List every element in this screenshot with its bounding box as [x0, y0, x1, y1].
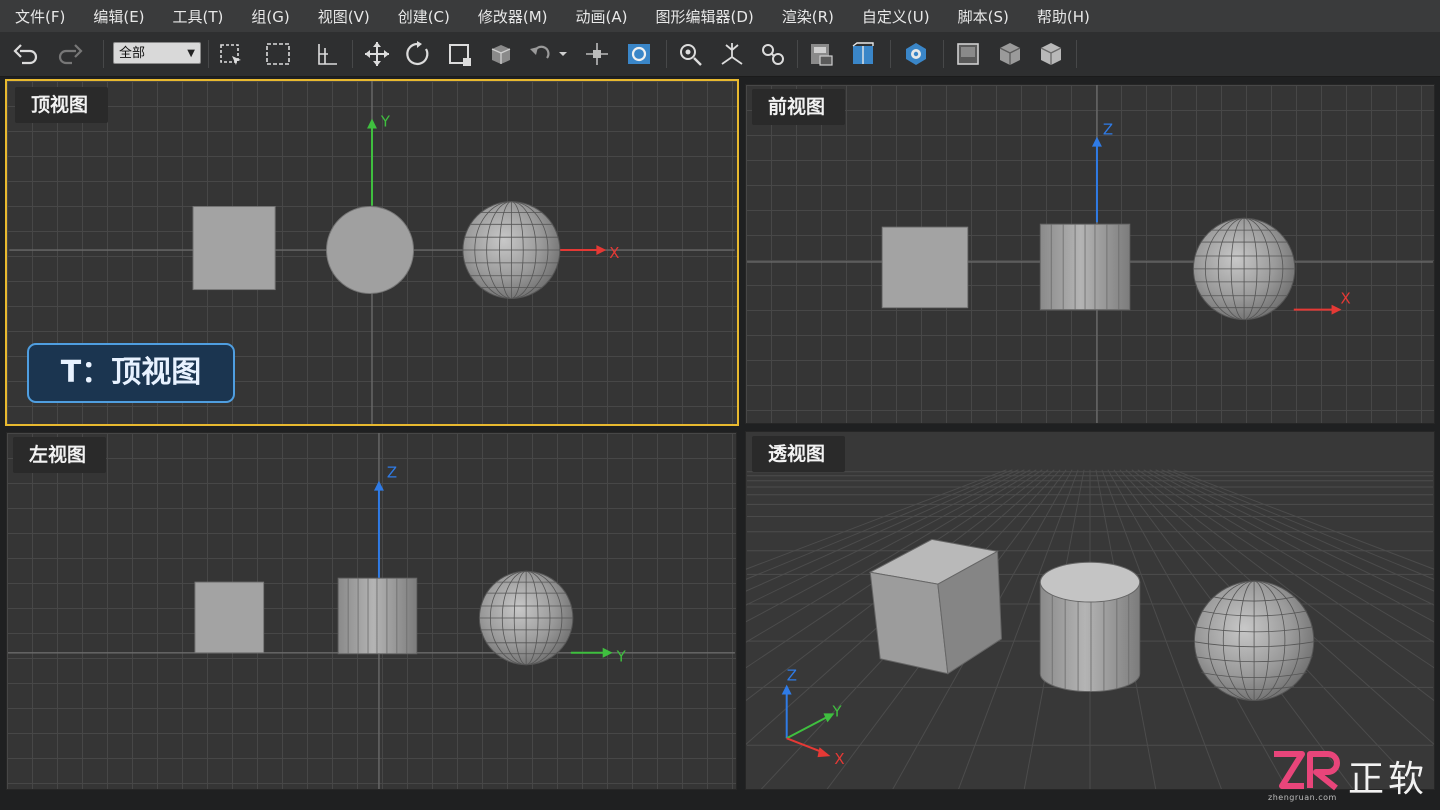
- menu-file[interactable]: 文件(F): [0, 6, 78, 27]
- menu-help[interactable]: 帮助(H): [1022, 6, 1103, 27]
- axis-y-label: Y: [831, 702, 842, 720]
- menu-tools[interactable]: 工具(T): [158, 6, 237, 27]
- sphere-object[interactable]: [478, 570, 574, 666]
- viewport-front[interactable]: Z X 前视图: [745, 84, 1435, 424]
- select-and-rotate-icon[interactable]: [402, 38, 434, 70]
- viewport-left-scene: Z Y: [8, 433, 735, 789]
- shortcut-hint: T：顶视图: [27, 343, 235, 403]
- angle-snap-icon[interactable]: [623, 38, 655, 70]
- viewport-perspective-scene: Z Y X: [746, 469, 1434, 789]
- selection-filter-dropdown[interactable]: 全部 ▼: [113, 42, 201, 64]
- chevron-down-icon[interactable]: [553, 38, 573, 70]
- cylinder-object[interactable]: [1039, 223, 1131, 311]
- axis-z-label: Z: [387, 464, 397, 482]
- axis-y-label: Y: [380, 113, 391, 130]
- selection-filter-value: 全部: [119, 46, 146, 61]
- sphere-object[interactable]: [462, 201, 561, 299]
- select-and-move-icon[interactable]: [361, 38, 393, 70]
- axis-x: X: [1293, 290, 1351, 315]
- chevron-down-icon: ▼: [187, 48, 195, 59]
- axis-x-label: X: [834, 750, 844, 768]
- cylinder-object[interactable]: [326, 206, 415, 295]
- menu-rendering[interactable]: 渲染(R): [767, 6, 847, 27]
- cylinder-object[interactable]: [337, 577, 418, 655]
- axis-x-label: X: [1341, 290, 1351, 308]
- select-region-icon[interactable]: [262, 38, 294, 70]
- menu-animation[interactable]: 动画(A): [561, 6, 641, 27]
- snap-toggle-icon[interactable]: [581, 38, 613, 70]
- material-editor-icon[interactable]: [847, 38, 879, 70]
- main-toolbar: [0, 32, 1440, 77]
- redo-icon[interactable]: [54, 38, 86, 70]
- cylinder-object[interactable]: [1039, 561, 1141, 693]
- menu-scripting[interactable]: 脚本(S): [943, 6, 1022, 27]
- watermark-logo: 正软 zhengruan.com: [1268, 748, 1440, 810]
- watermark-brand: 正软: [1348, 759, 1429, 800]
- select-object-icon[interactable]: [214, 38, 246, 70]
- menu-modifiers[interactable]: 修改器(M): [463, 6, 561, 27]
- align-icon[interactable]: [716, 38, 748, 70]
- axis-tripod: Z Y X: [781, 667, 845, 768]
- menu-customize[interactable]: 自定义(U): [847, 6, 943, 27]
- select-and-place-icon[interactable]: [485, 38, 517, 70]
- rendered-frame-icon[interactable]: [952, 38, 984, 70]
- viewport-label-left[interactable]: 左视图: [13, 437, 107, 473]
- menu-bar: 文件(F) 编辑(E) 工具(T) 组(G) 视图(V) 创建(C) 修改器(M…: [0, 0, 1440, 32]
- axis-z-label: Z: [1103, 121, 1113, 139]
- box-object[interactable]: [881, 226, 969, 309]
- mirror-icon[interactable]: [674, 38, 706, 70]
- select-and-link-icon[interactable]: [310, 38, 342, 70]
- select-and-scale-icon[interactable]: [444, 38, 476, 70]
- viewport-left[interactable]: Z Y 左视图: [6, 432, 737, 790]
- axis-y: Y: [367, 113, 391, 206]
- undo-icon[interactable]: [10, 38, 42, 70]
- menu-edit[interactable]: 编辑(E): [78, 6, 157, 27]
- viewport-front-scene: Z X: [747, 85, 1433, 423]
- menu-views[interactable]: 视图(V): [303, 6, 383, 27]
- box-object[interactable]: [192, 206, 276, 291]
- viewport-label-perspective[interactable]: 透视图: [752, 436, 846, 472]
- axis-z: Z: [1091, 121, 1113, 223]
- sphere-object[interactable]: [1192, 217, 1296, 321]
- watermark-url: zhengruan.com: [1268, 793, 1337, 802]
- axis-z-label: Z: [787, 667, 797, 685]
- menu-graph-editors[interactable]: 图形编辑器(D): [641, 6, 767, 27]
- render-production-icon[interactable]: [1035, 38, 1067, 70]
- box-object[interactable]: [868, 538, 1003, 675]
- schematic-view-icon[interactable]: [805, 38, 837, 70]
- layer-icon[interactable]: [757, 38, 789, 70]
- render-icon[interactable]: [994, 38, 1026, 70]
- axis-z: Z: [373, 464, 397, 579]
- box-object[interactable]: [194, 581, 265, 654]
- axis-y-label: Y: [616, 648, 627, 666]
- viewport-top[interactable]: Y X 顶视图 T：顶视图: [5, 79, 739, 426]
- sphere-object[interactable]: [1193, 580, 1315, 701]
- viewport-label-top[interactable]: 顶视图: [15, 87, 109, 123]
- menu-create[interactable]: 创建(C): [383, 6, 463, 27]
- viewport-label-front[interactable]: 前视图: [752, 89, 846, 125]
- menu-group[interactable]: 组(G): [236, 6, 302, 27]
- zr-logo-icon: [1274, 751, 1340, 791]
- viewport-perspective[interactable]: Z Y X 透视图: [745, 431, 1435, 790]
- render-setup-icon[interactable]: [900, 38, 932, 70]
- axis-x: X: [557, 245, 619, 262]
- axis-y: Y: [570, 648, 627, 666]
- axis-x-label: X: [609, 245, 619, 262]
